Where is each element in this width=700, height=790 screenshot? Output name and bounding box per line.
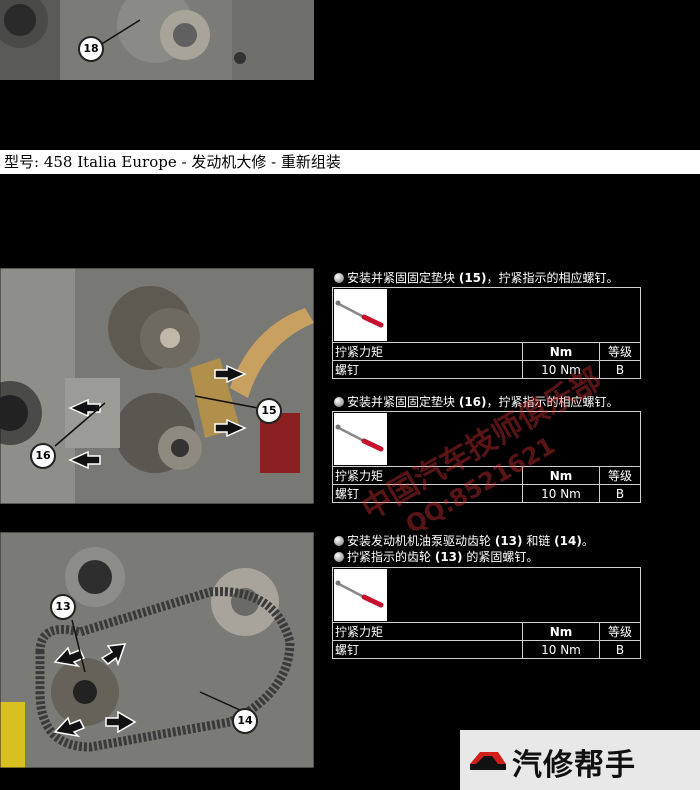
bullet-icon (334, 536, 344, 546)
step-install-block-16: 安装并紧固固定垫块 (16)，拧紧指示的相应螺钉。 (334, 395, 619, 410)
model-header: 型号: 458 Italia Europe - 发动机大修 - 重新组装 (0, 150, 700, 174)
torque-spec: 拧紧力矩 Nm 等级 螺钉 10 Nm B (333, 343, 640, 378)
callout-18: 18 (78, 36, 104, 62)
torque-table-1: 拧紧力矩 Nm 等级 螺钉 10 Nm B (332, 287, 641, 379)
torque-wrench-icon (334, 569, 387, 621)
torque-wrench-icon (334, 289, 387, 341)
callout-14: 14 (232, 708, 258, 734)
step-install-oil-pump-gear: 安装发动机机油泵驱动齿轮 (13) 和链 (14)。 (334, 534, 594, 549)
callout-16: 16 (30, 443, 56, 469)
torque-spec: 拧紧力矩 Nm 等级 螺钉 10 Nm B (333, 467, 640, 502)
step-install-block-15: 安装并紧固固定垫块 (15)，拧紧指示的相应螺钉。 (334, 271, 619, 286)
engine-photo-middle: 15 16 (0, 268, 314, 504)
torque-spec: 拧紧力矩 Nm 等级 螺钉 10 Nm B (333, 623, 640, 658)
torque-table-2: 拧紧力矩 Nm 等级 螺钉 10 Nm B (332, 411, 641, 503)
car-logo-icon (470, 752, 506, 770)
step-tighten-gear-screws: 拧紧指示的齿轮 (13) 的紧固螺钉。 (334, 550, 538, 565)
bullet-icon (334, 273, 344, 283)
callout-13: 13 (50, 594, 76, 620)
callout-15: 15 (256, 398, 282, 424)
torque-table-3: 拧紧力矩 Nm 等级 螺钉 10 Nm B (332, 567, 641, 659)
brand-logo: 汽修帮手 (460, 730, 700, 790)
engine-photo-bottom: 13 14 (0, 532, 314, 768)
engine-photo-top: 18 (0, 0, 314, 80)
bullet-icon (334, 552, 344, 562)
bullet-icon (334, 397, 344, 407)
torque-wrench-icon (334, 413, 387, 465)
